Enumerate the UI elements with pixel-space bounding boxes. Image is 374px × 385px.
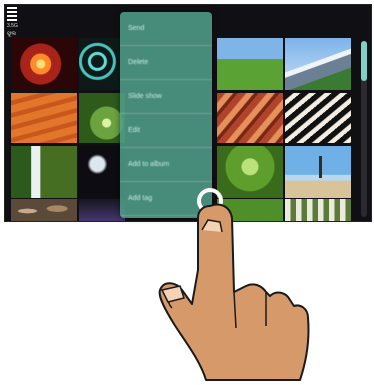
menu-item-edit[interactable]: Edit bbox=[120, 114, 212, 148]
network-type: 3.5G bbox=[7, 23, 18, 29]
photo-zebra[interactable] bbox=[285, 93, 351, 143]
scrollbar[interactable] bbox=[361, 41, 367, 217]
menu-item-add-to-album[interactable]: Add to album bbox=[120, 148, 212, 182]
photo-mountain[interactable] bbox=[285, 38, 351, 90]
photo-jellyfish[interactable] bbox=[79, 146, 125, 198]
scroll-thumb[interactable] bbox=[361, 41, 367, 81]
photo-lone-tree[interactable] bbox=[285, 146, 351, 198]
photo-spiral[interactable] bbox=[79, 38, 125, 90]
photo-dark-purple[interactable] bbox=[79, 199, 125, 221]
photo-meadow[interactable] bbox=[217, 146, 283, 198]
photo-grass[interactable] bbox=[217, 38, 283, 90]
photo-firework[interactable] bbox=[11, 38, 77, 90]
menu-item-send[interactable]: Send bbox=[120, 12, 212, 46]
photo-leaves[interactable] bbox=[79, 93, 125, 143]
status-indicator: 3.5G ଫୁଲ bbox=[7, 7, 29, 39]
photo-waterfall[interactable] bbox=[11, 146, 77, 198]
signal-strength-icon bbox=[7, 7, 29, 21]
photo-pebbles[interactable] bbox=[11, 199, 77, 221]
hand-gesture-icon bbox=[158, 203, 310, 381]
menu-item-slide-show[interactable]: Slide show bbox=[120, 80, 212, 114]
operator-label: ଫୁଲ bbox=[7, 31, 17, 37]
menu-item-delete[interactable]: Delete bbox=[120, 46, 212, 80]
photo-dunes[interactable] bbox=[11, 93, 77, 143]
photo-canyon[interactable] bbox=[217, 93, 283, 143]
tree-trunk bbox=[319, 156, 322, 178]
